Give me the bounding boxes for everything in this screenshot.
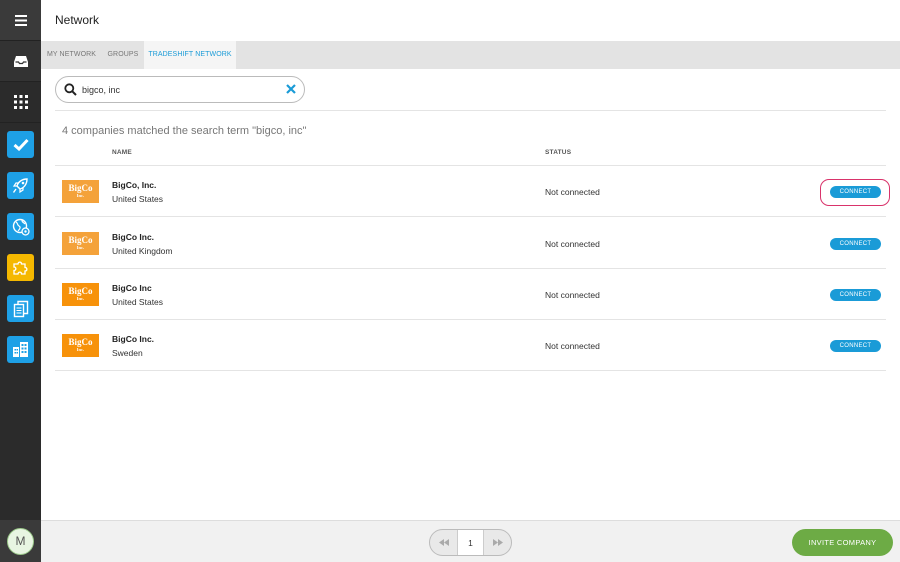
tab-tradeshift-network[interactable]: TRADESHIFT NETWORK	[144, 41, 236, 69]
search-input[interactable]	[82, 81, 272, 98]
checkmark-icon	[13, 138, 29, 151]
column-header-name: NAME	[112, 149, 132, 156]
previous-page-button[interactable]	[430, 530, 457, 555]
app-tile	[7, 254, 34, 281]
company-name[interactable]: BigCo, Inc.	[112, 180, 156, 190]
menu-button[interactable]	[0, 0, 41, 41]
puzzle-icon	[13, 261, 28, 275]
tab-my-network[interactable]: MY NETWORK	[41, 41, 102, 69]
tab-groups[interactable]: GROUPS	[102, 41, 144, 69]
table-row[interactable]: BigCo Inc. BigCo Inc. Sweden Not connect…	[55, 320, 886, 371]
app-tile	[7, 336, 34, 363]
app-tasks[interactable]	[0, 131, 41, 158]
table-row[interactable]: BigCo Inc. BigCo Inc. United Kingdom Not…	[55, 218, 886, 269]
globe-gear-icon	[12, 218, 30, 236]
search-result-message: 4 companies matched the search term "big…	[62, 125, 307, 137]
clear-search-icon[interactable]	[285, 83, 297, 95]
logo-text: BigCo	[68, 337, 93, 348]
double-chevron-right-icon	[492, 539, 503, 546]
column-header-status: STATUS	[545, 149, 572, 156]
search-icon	[64, 83, 77, 96]
app-launch[interactable]	[0, 172, 41, 199]
connection-status: Not connected	[545, 187, 600, 197]
inbox-button[interactable]	[0, 41, 41, 82]
company-logo: BigCo Inc.	[62, 334, 99, 357]
connect-button[interactable]: CONNECT	[830, 238, 881, 250]
connection-status: Not connected	[545, 341, 600, 351]
company-country: United States	[112, 194, 164, 204]
app-documents[interactable]	[0, 295, 41, 322]
building-icon	[13, 342, 28, 357]
tab-bar: MY NETWORK GROUPS TRADESHIFT NETWORK	[41, 41, 900, 69]
documents-icon	[13, 300, 28, 317]
hamburger-icon	[14, 14, 27, 26]
app-network[interactable]	[0, 213, 41, 240]
company-logo: BigCo Inc.	[62, 283, 99, 306]
logo-text: BigCo	[68, 235, 93, 246]
apps-button[interactable]	[0, 82, 41, 123]
company-logo: BigCo Inc.	[62, 232, 99, 255]
double-chevron-left-icon	[438, 539, 449, 546]
app-tile	[7, 213, 34, 240]
logo-subtext: Inc.	[76, 347, 85, 353]
app-company[interactable]	[0, 336, 41, 363]
page-title: Network	[55, 13, 100, 27]
company-country: United Kingdom	[112, 246, 173, 256]
logo-text: BigCo	[68, 183, 93, 194]
logo-subtext: Inc.	[76, 193, 85, 199]
company-name[interactable]: BigCo Inc	[112, 283, 152, 293]
logo-subtext: Inc.	[76, 296, 85, 302]
rocket-icon	[12, 178, 28, 194]
app-grid-icon	[13, 95, 28, 109]
invite-company-button[interactable]: INVITE COMPANY	[792, 529, 893, 556]
connection-status: Not connected	[545, 239, 600, 249]
connect-button[interactable]: CONNECT	[830, 289, 881, 301]
app-sidebar: M	[0, 0, 41, 562]
company-country: United States	[112, 297, 164, 307]
current-page[interactable]: 1	[457, 530, 484, 555]
avatar[interactable]: M	[7, 527, 34, 555]
table-row[interactable]: BigCo Inc. BigCo Inc United States Not c…	[55, 269, 886, 320]
user-menu[interactable]: M	[0, 520, 41, 562]
inbox-icon	[13, 55, 28, 67]
search-box	[55, 76, 305, 103]
company-logo: BigCo Inc.	[62, 180, 99, 203]
app-tile	[7, 131, 34, 158]
logo-subtext: Inc.	[76, 245, 85, 251]
logo-text: BigCo	[68, 286, 93, 297]
divider	[55, 110, 886, 111]
company-name[interactable]: BigCo Inc.	[112, 232, 154, 242]
footer-bar: 1 INVITE COMPANY	[41, 520, 900, 562]
connect-button[interactable]: CONNECT	[830, 340, 881, 352]
pagination: 1	[429, 529, 512, 556]
connection-status: Not connected	[545, 290, 600, 300]
table-row[interactable]: BigCo Inc. BigCo, Inc. United States Not…	[55, 166, 890, 217]
connect-button[interactable]: CONNECT	[830, 186, 881, 198]
app-tile	[7, 172, 34, 199]
app-tile	[7, 295, 34, 322]
company-name[interactable]: BigCo Inc.	[112, 334, 154, 344]
company-country: Sweden	[112, 348, 143, 358]
next-page-button[interactable]	[484, 530, 511, 555]
app-integrations[interactable]	[0, 254, 41, 281]
